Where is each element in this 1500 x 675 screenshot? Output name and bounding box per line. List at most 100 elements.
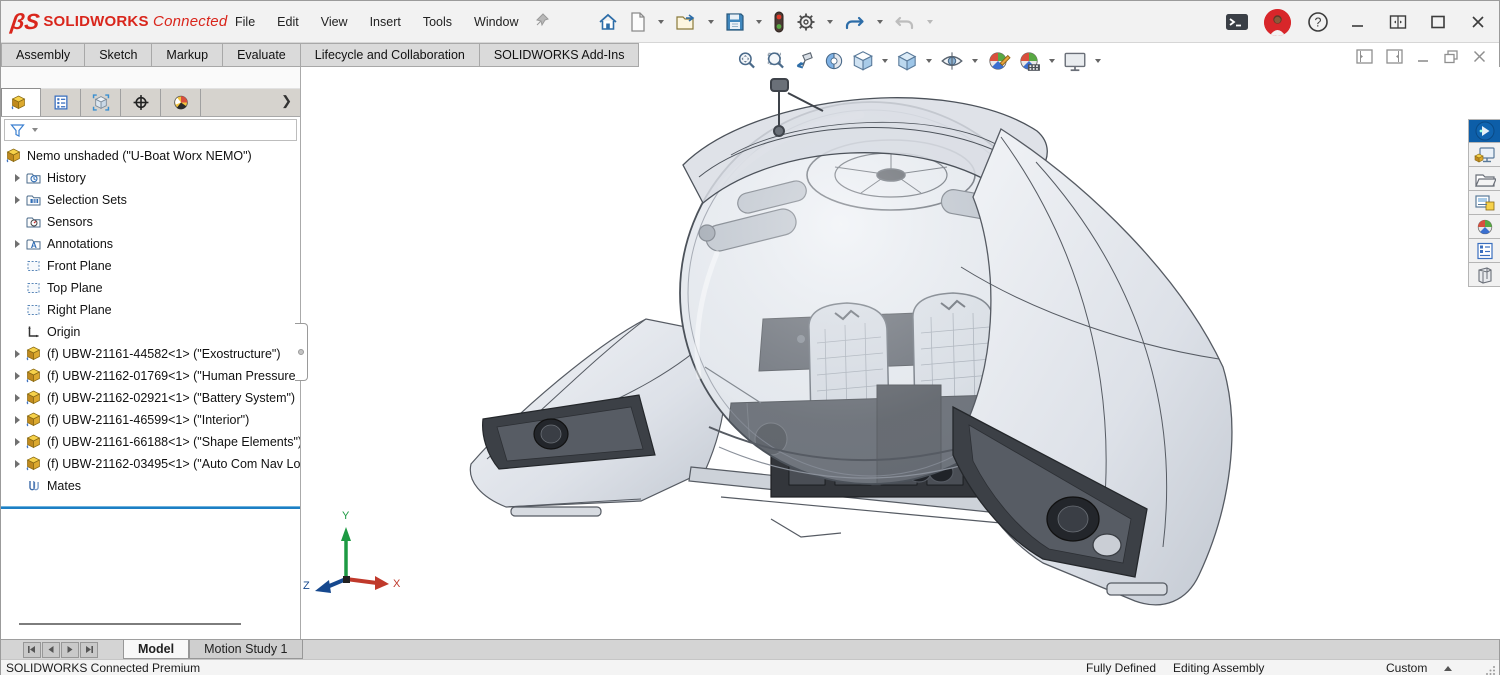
tree-item-component-battery-system[interactable]: (f) UBW-21162-02921<1> ("Battery System"… bbox=[1, 387, 300, 409]
next-tab-icon[interactable] bbox=[61, 642, 79, 658]
help-icon[interactable]: ? bbox=[1305, 9, 1331, 35]
first-tab-icon[interactable] bbox=[23, 642, 41, 658]
new-document-icon[interactable] bbox=[625, 8, 651, 36]
display-style-icon[interactable] bbox=[893, 47, 921, 75]
doc-restore-icon[interactable] bbox=[1443, 49, 1459, 64]
units-dropdown-icon[interactable] bbox=[1444, 666, 1452, 671]
lifecycle-icon[interactable] bbox=[769, 7, 789, 37]
expand-arrow-icon[interactable] bbox=[9, 438, 25, 446]
redo-dropdown-icon[interactable] bbox=[927, 20, 933, 24]
displaymanager-tab[interactable] bbox=[161, 89, 201, 116]
graphics-viewport[interactable]: Y X Z bbox=[301, 67, 1500, 639]
zoom-to-fit-icon[interactable] bbox=[733, 47, 761, 75]
menu-file[interactable]: File bbox=[224, 2, 266, 42]
dimxpertmanager-tab[interactable] bbox=[121, 89, 161, 116]
rollback-bar[interactable] bbox=[1, 506, 300, 509]
view-settings-dropdown-icon[interactable] bbox=[1095, 59, 1101, 63]
apply-scene-dropdown-icon[interactable] bbox=[1049, 59, 1055, 63]
layout-icon[interactable] bbox=[1385, 9, 1411, 35]
pane-left-icon[interactable] bbox=[1356, 49, 1373, 64]
user-avatar[interactable] bbox=[1264, 9, 1291, 36]
redo-icon[interactable] bbox=[890, 8, 920, 36]
previous-tab-icon[interactable] bbox=[42, 642, 60, 658]
configurationmanager-tab[interactable] bbox=[81, 89, 121, 116]
home-icon[interactable] bbox=[594, 8, 622, 36]
tree-root-assembly[interactable]: Nemo unshaded ("U-Boat Worx NEMO") bbox=[1, 145, 300, 167]
view-orientation-icon[interactable] bbox=[849, 47, 877, 75]
tab-motion-study[interactable]: Motion Study 1 bbox=[189, 640, 302, 659]
tree-item-component-human-pressure-vessel[interactable]: (f) UBW-21162-01769<1> ("Human Pressure … bbox=[1, 365, 300, 387]
view-orientation-dropdown-icon[interactable] bbox=[882, 59, 888, 63]
view-settings-icon[interactable] bbox=[1060, 47, 1090, 75]
tab-solidworks-addins[interactable]: SOLIDWORKS Add-Ins bbox=[479, 43, 640, 66]
expand-arrow-icon[interactable] bbox=[9, 196, 25, 204]
tree-item-annotations[interactable]: A Annotations bbox=[1, 233, 300, 255]
section-view-icon[interactable] bbox=[820, 47, 848, 75]
expand-arrow-icon[interactable] bbox=[9, 240, 25, 248]
status-units-selector[interactable]: Custom bbox=[1386, 661, 1427, 675]
tab-sketch[interactable]: Sketch bbox=[84, 43, 151, 66]
tree-item-component-interior[interactable]: (f) UBW-21161-46599<1> ("Interior") bbox=[1, 409, 300, 431]
apply-scene-icon[interactable] bbox=[1014, 47, 1044, 75]
tree-item-history[interactable]: History bbox=[1, 167, 300, 189]
close-icon[interactable] bbox=[1465, 9, 1491, 35]
propertymanager-tab[interactable] bbox=[41, 89, 81, 116]
filter-dropdown-icon[interactable] bbox=[32, 128, 38, 132]
tree-item-sensors[interactable]: Sensors bbox=[1, 211, 300, 233]
featuremanager-tree-tab[interactable] bbox=[1, 88, 41, 116]
panel-horizontal-scrollbar[interactable] bbox=[19, 623, 241, 625]
tree-item-component-exostructure[interactable]: (f) UBW-21161-44582<1> ("Exostructure") bbox=[1, 343, 300, 365]
minimize-icon[interactable] bbox=[1345, 9, 1371, 35]
tree-filter-input[interactable] bbox=[4, 119, 297, 141]
appearances-scenes-icon[interactable] bbox=[1468, 215, 1500, 239]
display-style-dropdown-icon[interactable] bbox=[926, 59, 932, 63]
doc-minimize-icon[interactable] bbox=[1416, 49, 1430, 64]
menu-window[interactable]: Window bbox=[463, 2, 529, 42]
edit-appearance-icon[interactable] bbox=[983, 47, 1013, 75]
solidworks-resources-icon[interactable] bbox=[1468, 143, 1500, 167]
open-icon[interactable] bbox=[671, 8, 701, 36]
tab-lifecycle-collaboration[interactable]: Lifecycle and Collaboration bbox=[300, 43, 479, 66]
design-library-icon[interactable] bbox=[1468, 167, 1500, 191]
new-document-dropdown-icon[interactable] bbox=[658, 20, 664, 24]
tree-item-component-auto-com-nav[interactable]: (f) UBW-21162-03495<1> ("Auto Com Nav Lo… bbox=[1, 453, 300, 475]
tab-markup[interactable]: Markup bbox=[151, 43, 222, 66]
settings-dropdown-icon[interactable] bbox=[827, 20, 833, 24]
tree-item-front-plane[interactable]: Front Plane bbox=[1, 255, 300, 277]
expand-arrow-icon[interactable] bbox=[9, 372, 25, 380]
menu-edit[interactable]: Edit bbox=[266, 2, 310, 42]
tree-item-selection-sets[interactable]: Selection Sets bbox=[1, 189, 300, 211]
terminal-icon[interactable] bbox=[1224, 9, 1250, 35]
tree-item-top-plane[interactable]: Top Plane bbox=[1, 277, 300, 299]
save-icon[interactable] bbox=[721, 8, 749, 36]
pane-right-icon[interactable] bbox=[1386, 49, 1403, 64]
expand-arrow-icon[interactable] bbox=[9, 394, 25, 402]
last-tab-icon[interactable] bbox=[80, 642, 98, 658]
tree-item-component-shape-elements[interactable]: (f) UBW-21161-66188<1> ("Shape Elements"… bbox=[1, 431, 300, 453]
tree-item-right-plane[interactable]: Right Plane bbox=[1, 299, 300, 321]
save-dropdown-icon[interactable] bbox=[756, 20, 762, 24]
expand-arrow-icon[interactable] bbox=[9, 460, 25, 468]
panel-tabs-overflow-icon[interactable]: ❯ bbox=[281, 93, 292, 109]
3dexperience-compass-icon[interactable] bbox=[1468, 119, 1500, 143]
tree-item-origin[interactable]: Origin bbox=[1, 321, 300, 343]
tab-assembly[interactable]: Assembly bbox=[1, 43, 84, 66]
maximize-icon[interactable] bbox=[1425, 9, 1451, 35]
undo-icon[interactable] bbox=[840, 8, 870, 36]
menu-tools[interactable]: Tools bbox=[412, 2, 463, 42]
tab-evaluate[interactable]: Evaluate bbox=[222, 43, 300, 66]
expand-arrow-icon[interactable] bbox=[9, 350, 25, 358]
menu-view[interactable]: View bbox=[310, 2, 359, 42]
settings-icon[interactable] bbox=[792, 8, 820, 36]
tab-model[interactable]: Model bbox=[123, 640, 189, 659]
custom-properties-icon[interactable] bbox=[1468, 239, 1500, 263]
panel-splitter-handle[interactable] bbox=[295, 323, 308, 381]
view-palette-icon[interactable] bbox=[1468, 191, 1500, 215]
zoom-to-area-icon[interactable] bbox=[762, 47, 790, 75]
document-manager-icon[interactable] bbox=[1468, 263, 1500, 287]
menu-insert[interactable]: Insert bbox=[359, 2, 412, 42]
hide-show-items-icon[interactable] bbox=[937, 47, 967, 75]
tree-item-mates[interactable]: Mates bbox=[1, 475, 300, 497]
expand-arrow-icon[interactable] bbox=[9, 416, 25, 424]
resize-grip-icon[interactable] bbox=[1486, 664, 1496, 675]
